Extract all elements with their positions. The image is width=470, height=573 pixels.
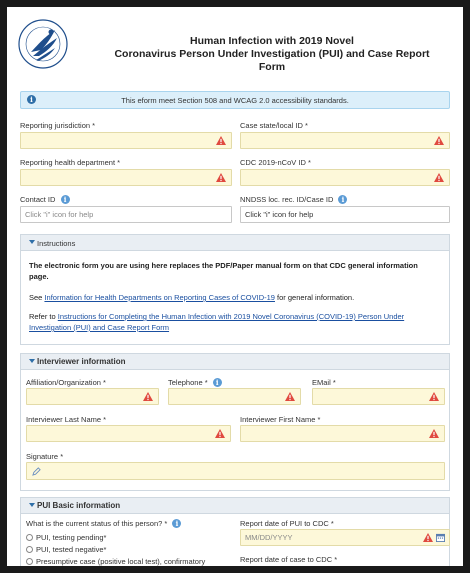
chevron-down-icon <box>29 240 35 244</box>
status-question-label: What is the current status of this perso… <box>26 519 182 528</box>
interviewer-title: Interviewer information <box>37 357 126 366</box>
title-line: Form <box>258 61 286 73</box>
instructions-refer-line: Refer to Instructions for Completing the… <box>29 311 439 333</box>
reporting-health-department-label: Reporting health department * <box>20 158 121 167</box>
info-icon[interactable]: i <box>172 519 182 528</box>
refer-prefix: Refer to <box>29 312 58 321</box>
signature-label: Signature * <box>26 452 64 461</box>
info-icon[interactable]: i <box>338 195 348 204</box>
contact-id-label-text: Contact ID <box>20 195 56 204</box>
nndss-id-placeholder: Click "i" icon for help <box>245 210 314 219</box>
report-date-pui-label: Report date of PUI to CDC * <box>240 519 334 528</box>
form-header: Human Infection with 2019 Novel Coronavi… <box>7 7 463 87</box>
interviewer-first-name-field[interactable] <box>240 425 445 442</box>
form-window: Human Infection with 2019 Novel Coronavi… <box>7 7 463 566</box>
accessibility-notice-text: This eform meet Section 508 and WCAG 2.0… <box>121 96 349 105</box>
contact-id-placeholder: Click "i" icon for help <box>25 210 94 219</box>
chevron-down-icon <box>29 359 35 363</box>
status-option[interactable]: PUI, tested negative* <box>26 545 106 554</box>
accessibility-notice: i This eform meet Section 508 and WCAG 2… <box>20 91 450 109</box>
report-date-pui-placeholder: MM/DD/YYYY <box>245 533 293 542</box>
reporting-health-department-field[interactable] <box>20 169 232 186</box>
warning-icon <box>434 173 444 182</box>
telephone-field[interactable] <box>168 388 301 405</box>
contact-id-field[interactable]: Click "i" icon for help <box>20 206 232 223</box>
info-icon[interactable]: i <box>212 378 222 387</box>
calendar-icon[interactable] <box>436 533 445 542</box>
health-dept-info-link[interactable]: Information for Health Departments on Re… <box>44 293 275 302</box>
status-option[interactable]: PUI, testing pending* <box>26 533 106 542</box>
title-line: Coronavirus Person Under Investigation (… <box>114 48 430 60</box>
nndss-id-label: NNDSS loc. rec. ID/Case ID i <box>240 195 348 204</box>
instructions-title: Instructions <box>37 239 76 248</box>
warning-icon <box>216 173 226 182</box>
instructions-panel: Instructions The electronic form you are… <box>20 234 450 345</box>
warning-icon <box>216 136 226 145</box>
warning-icon <box>143 392 153 401</box>
hhs-eagle-seal-icon <box>18 19 68 69</box>
radio-button[interactable] <box>26 558 33 565</box>
pui-basic-title: PUI Basic information <box>37 501 121 510</box>
radio-button[interactable] <box>26 534 33 541</box>
warning-icon <box>434 136 444 145</box>
chevron-down-icon <box>29 503 35 507</box>
status-option-label: Presumptive case (positive local test), … <box>36 557 206 566</box>
status-question-text: What is the current status of this perso… <box>26 519 168 528</box>
case-state-id-field[interactable] <box>240 132 450 149</box>
cdc-ncov-id-label: CDC 2019-nCoV ID * <box>240 158 311 167</box>
affiliation-field[interactable] <box>26 388 159 405</box>
interviewer-last-name-field[interactable] <box>26 425 231 442</box>
nndss-id-label-text: NNDSS loc. rec. ID/Case ID <box>240 195 334 204</box>
title-line: Human Infection with 2019 Novel <box>190 35 354 47</box>
warning-icon <box>215 429 225 438</box>
status-option-label: PUI, tested negative* <box>36 545 107 554</box>
completion-instructions-link[interactable]: Instructions for Completing the Human In… <box>29 312 404 332</box>
pui-basic-header[interactable]: PUI Basic information <box>21 498 449 514</box>
interviewer-first-name-label: Interviewer First Name * <box>240 415 321 424</box>
reporting-jurisdiction-field[interactable] <box>20 132 232 149</box>
affiliation-label: Affiliation/Organization * <box>26 378 106 387</box>
signature-field[interactable] <box>26 462 445 480</box>
instructions-intro: The electronic form you are using here r… <box>29 261 418 281</box>
instructions-header[interactable]: Instructions <box>21 235 449 251</box>
nndss-id-field[interactable]: Click "i" icon for help <box>240 206 450 223</box>
interviewer-last-name-label: Interviewer Last Name * <box>26 415 107 424</box>
warning-icon <box>423 533 433 542</box>
report-date-pui-field[interactable]: MM/DD/YYYY <box>240 529 450 546</box>
telephone-label-text: Telephone * <box>168 378 208 387</box>
email-label: EMail * <box>312 378 336 387</box>
status-option-label: PUI, testing pending* <box>36 533 107 542</box>
radio-button[interactable] <box>26 546 33 553</box>
info-icon[interactable]: i <box>60 195 70 204</box>
interviewer-header[interactable]: Interviewer information <box>21 354 449 370</box>
see-prefix: See <box>29 293 45 302</box>
instructions-see-line: See Information for Health Departments o… <box>29 292 439 303</box>
reporting-jurisdiction-label: Reporting jurisdiction * <box>20 121 96 130</box>
pencil-icon <box>32 467 41 476</box>
status-option[interactable]: Presumptive case (positive local test), … <box>26 557 205 566</box>
cdc-ncov-id-field[interactable] <box>240 169 450 186</box>
telephone-label: Telephone * i <box>168 378 222 387</box>
page-title: Human Infection with 2019 Novel Coronavi… <box>97 35 447 74</box>
report-date-case-label: Report date of case to CDC * <box>240 555 338 564</box>
warning-icon <box>429 429 439 438</box>
see-suffix: for general information. <box>274 293 355 302</box>
warning-icon <box>285 392 295 401</box>
contact-id-label: Contact ID i <box>20 195 70 204</box>
case-state-id-label: Case state/local ID * <box>240 121 308 130</box>
warning-icon <box>429 392 439 401</box>
email-field[interactable] <box>312 388 445 405</box>
